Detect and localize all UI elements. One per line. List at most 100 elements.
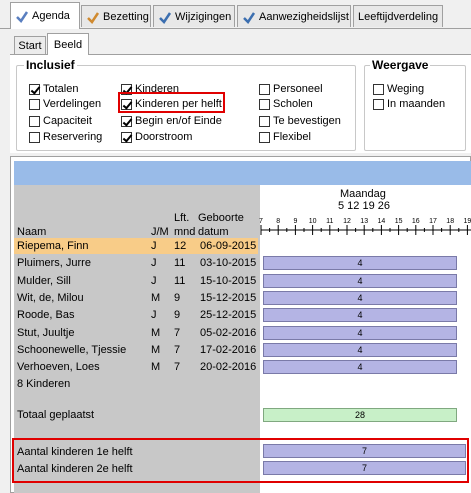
cell-datum: 03-10-2015 [200, 257, 257, 270]
totaal-value: 28 [354, 410, 365, 420]
option-weging[interactable]: Weging [373, 82, 424, 96]
checkbox[interactable] [373, 83, 384, 95]
schedule-bar[interactable]: 4 [263, 360, 457, 375]
table-row[interactable]: Stut, Juultje M 7 05-02-2016 [14, 326, 258, 341]
checkbox[interactable] [259, 115, 270, 127]
subtab-beeld[interactable]: Beeld [47, 33, 89, 55]
cell-lft: 9 [174, 309, 181, 322]
checkbox[interactable] [29, 98, 40, 110]
aanwezigheid-icon [242, 10, 256, 24]
cell-lft: 12 [174, 240, 187, 252]
tab-label: Agenda [32, 10, 70, 22]
cell-naam: Riepema, Finn [17, 240, 89, 252]
checkbox[interactable] [29, 83, 40, 95]
cell-jm: J [151, 274, 157, 287]
cell-datum: 25-12-2015 [200, 309, 257, 322]
cell-naam: Roode, Bas [17, 309, 75, 322]
checkbox-label: Verdelingen [43, 98, 102, 110]
table-row[interactable]: Riepema, Finn J 12 06-09-2015 [14, 239, 258, 254]
weergave-title: Weergave [370, 58, 431, 72]
table-row[interactable]: Pluimers, Jurre J 11 03-10-2015 [14, 256, 258, 271]
table-row[interactable]: Verhoeven, Loes M 7 20-02-2016 [14, 360, 258, 375]
schedule-bar[interactable]: 4 [263, 325, 457, 340]
col-mnd-label: mnd [174, 226, 196, 238]
checkbox[interactable] [121, 115, 132, 127]
hour-label: 8 [276, 218, 280, 225]
cell-naam: Schoonewelle, Tjessie [17, 343, 127, 356]
bar-value: 4 [357, 344, 363, 355]
inclusief-title: Inclusief [24, 58, 77, 72]
hour-label: 15 [395, 218, 403, 225]
table-row[interactable]: Roode, Bas J 9 25-12-2015 [14, 308, 258, 323]
option-flexibel[interactable]: Flexibel [259, 130, 311, 144]
day-label: Maandag [340, 188, 386, 200]
checkbox[interactable] [259, 98, 270, 110]
cell-jm: M [151, 291, 161, 304]
option-verdelingen[interactable]: Verdelingen [29, 97, 101, 111]
schedule-bar[interactable]: 4 [263, 290, 457, 305]
cell-lft: 7 [174, 343, 181, 356]
table-row[interactable]: Schoonewelle, Tjessie M 7 17-02-2016 [14, 343, 258, 358]
table-row[interactable]: Mulder, Sill J 11 15-10-2015 [14, 274, 258, 289]
tab-label: Bezetting [103, 10, 149, 23]
children-count: 8 Kinderen [17, 378, 71, 390]
agenda-icon [15, 9, 29, 23]
hour-label: 12 [343, 218, 351, 225]
bezetting-icon [86, 10, 100, 24]
wijzigingen-icon [158, 10, 172, 24]
schedule-bar[interactable]: 4 [263, 273, 457, 288]
option-capaciteit[interactable]: Capaciteit [29, 114, 92, 128]
totaal-bar[interactable]: 28 [263, 408, 457, 422]
cell-lft: 7 [174, 361, 181, 374]
highlight-kinderen-per-helft [118, 92, 225, 113]
tab-leeftijdverdeling[interactable]: Leeftijdverdeling [353, 5, 443, 27]
checkbox[interactable] [29, 115, 40, 127]
checkbox-label: Reservering [43, 131, 103, 143]
checkbox[interactable] [259, 83, 270, 95]
hour-label: 9 [293, 218, 297, 225]
tab-wijzigingen[interactable]: Wijzigingen [153, 5, 235, 27]
hour-label: 13 [360, 218, 368, 225]
hour-label: 16 [412, 218, 420, 225]
tab-label: Wijzigingen [175, 10, 232, 23]
option-reservering[interactable]: Reservering [29, 130, 102, 144]
bar-value: 4 [357, 258, 363, 269]
option-begin-en-of-einde[interactable]: Begin en/of Einde [121, 114, 222, 128]
checkbox-label: Flexibel [273, 131, 311, 143]
option-personeel[interactable]: Personeel [259, 82, 323, 96]
hour-label: 17 [429, 218, 437, 225]
option-doorstroom[interactable]: Doorstroom [121, 130, 192, 144]
cell-naam: Verhoeven, Loes [17, 361, 100, 374]
option-scholen[interactable]: Scholen [259, 97, 313, 111]
checkbox[interactable] [373, 98, 384, 110]
bar-value: 4 [357, 327, 363, 338]
checkbox[interactable] [121, 131, 132, 143]
tab-aanwezigheidslijst[interactable]: Aanwezigheidslijst [237, 5, 351, 27]
totaal-label: Totaal geplaatst [17, 409, 95, 421]
tab-label: Aanwezigheidslijst [259, 10, 349, 23]
col-lft-label: Lft. [174, 212, 190, 224]
tab-bezetting[interactable]: Bezetting [81, 5, 151, 27]
checkbox-label: Totalen [43, 83, 79, 95]
schedule-bar[interactable]: 4 [263, 256, 457, 271]
cell-naam: Pluimers, Jurre [17, 257, 91, 270]
checkbox-label: Personeel [273, 83, 323, 95]
tab-agenda[interactable]: Agenda [10, 2, 80, 29]
cell-datum: 15-12-2015 [200, 291, 257, 304]
subtab-start[interactable]: Start [14, 36, 46, 54]
cell-datum: 06-09-2015 [200, 240, 257, 252]
cell-naam: Stut, Juultje [17, 326, 75, 339]
checkbox-label: Weging [387, 83, 425, 95]
checkbox[interactable] [29, 131, 40, 143]
grid-header-bar [14, 161, 471, 185]
schedule-bar[interactable]: 4 [263, 308, 457, 323]
table-row[interactable]: Wit, de, Milou M 9 15-12-2015 [14, 291, 258, 306]
option-te-bevestigen[interactable]: Te bevestigen [259, 114, 341, 128]
schedule-bar[interactable]: 4 [263, 342, 457, 357]
hour-label: 11 [326, 218, 333, 225]
option-totalen[interactable]: Totalen [29, 82, 78, 96]
checkbox[interactable] [259, 131, 270, 143]
bar-value: 4 [357, 310, 363, 321]
option-in-maanden[interactable]: In maanden [373, 97, 445, 111]
tab-label: Leeftijdverdeling [358, 10, 439, 23]
